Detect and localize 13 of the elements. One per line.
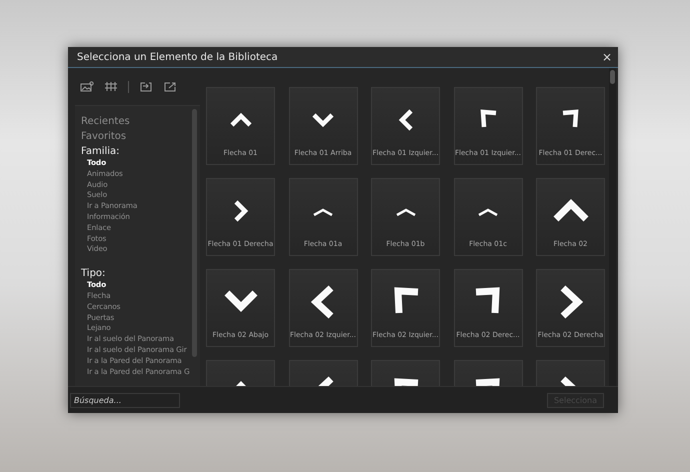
export-icon[interactable]	[163, 81, 177, 92]
scrollbar-thumb[interactable]	[610, 70, 615, 84]
sidebar-link[interactable]: Favoritos	[81, 129, 200, 144]
scrollbar-thumb[interactable]	[192, 109, 197, 357]
window-title: Selecciona un Elemento de la Biblioteca	[77, 52, 278, 62]
search-field[interactable]: Búsqueda...	[70, 392, 180, 408]
section-heading: Familia:	[81, 145, 121, 158]
close-button[interactable]: ×	[602, 51, 612, 63]
import-icon[interactable]	[139, 81, 153, 92]
picture-icon[interactable]	[80, 81, 94, 92]
sidebar-link[interactable]: Recientes	[81, 114, 200, 129]
section-heading: Tipo:	[81, 267, 106, 280]
fence-icon[interactable]	[104, 81, 118, 92]
